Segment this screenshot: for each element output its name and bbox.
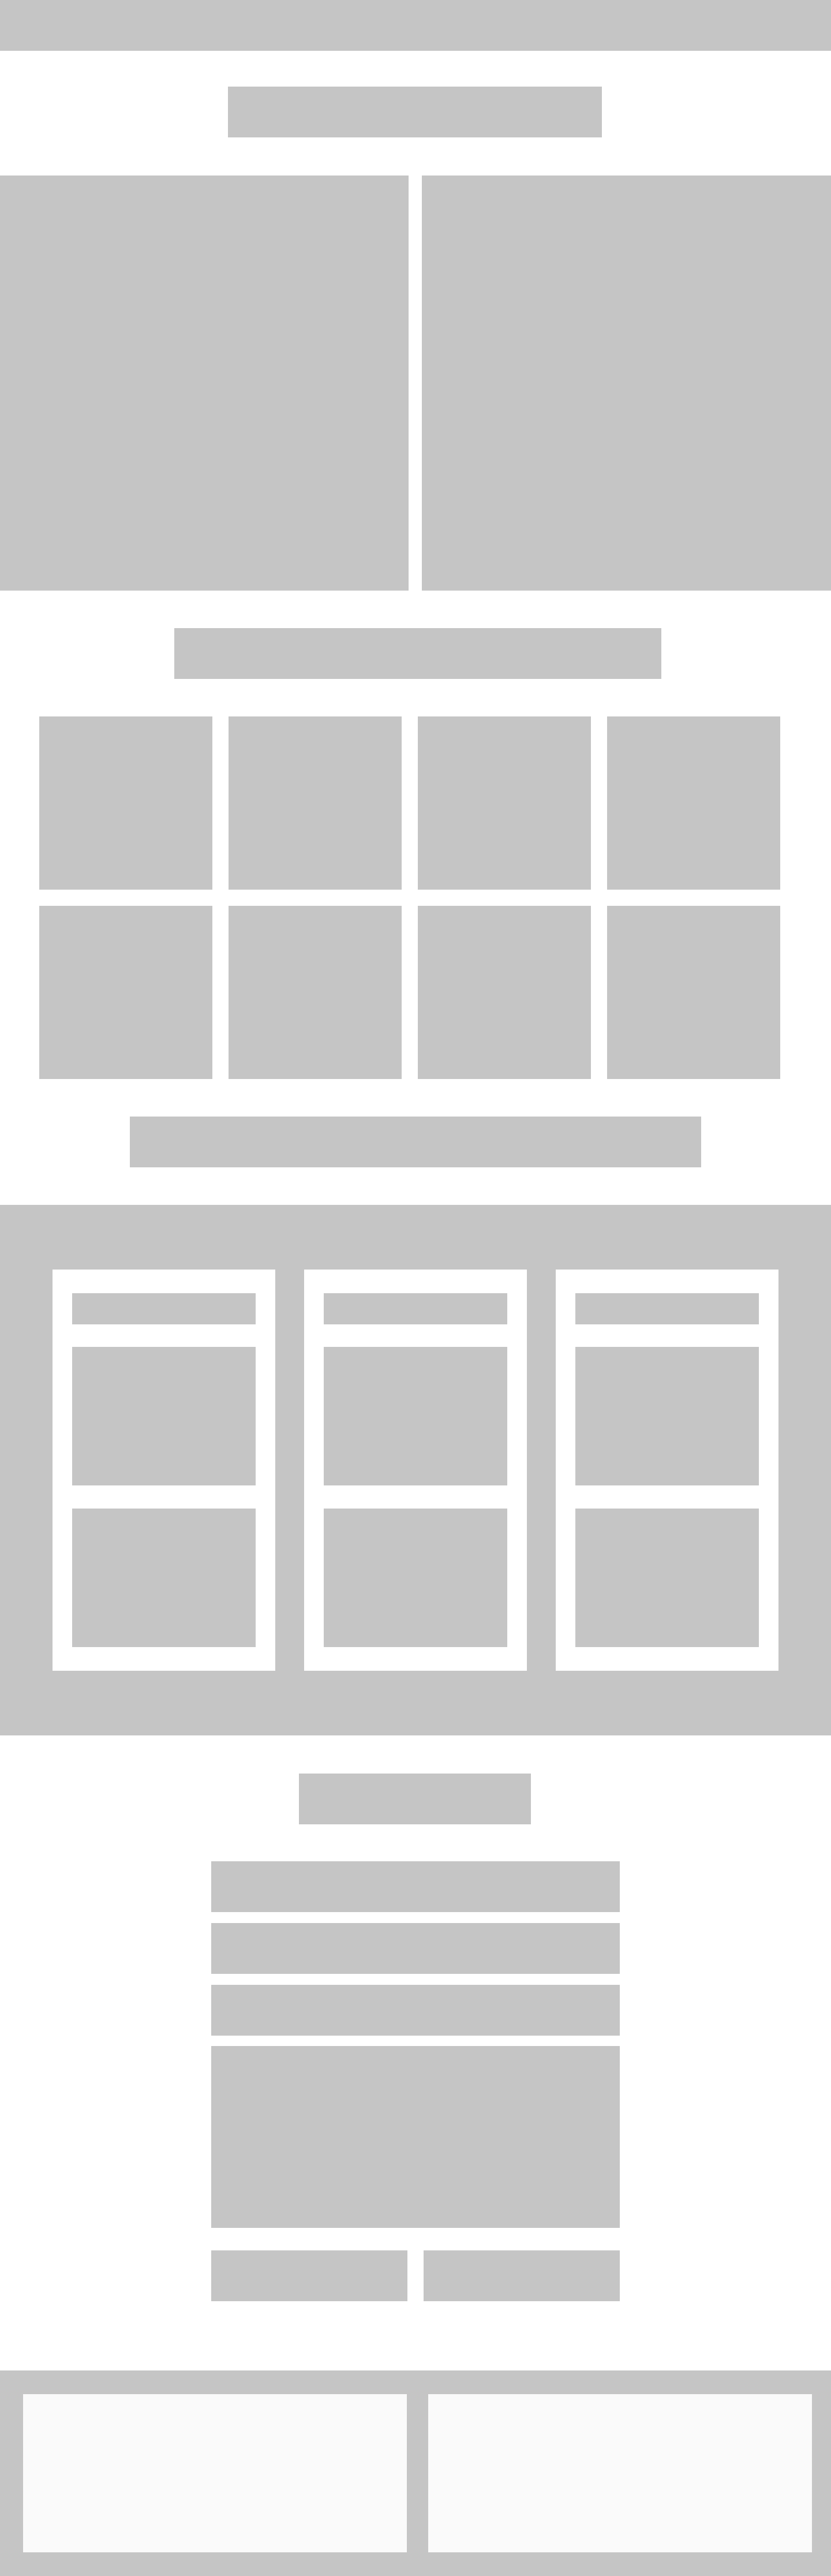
email-input[interactable] xyxy=(211,1923,620,1974)
grid-tile-4[interactable] xyxy=(607,716,780,890)
feature-card-3-image-1 xyxy=(575,1347,759,1485)
grid-tile-1[interactable] xyxy=(39,716,212,890)
message-textarea[interactable] xyxy=(211,2046,620,2228)
subject-input[interactable] xyxy=(211,1985,620,2036)
grid-tile-7[interactable] xyxy=(418,906,591,1079)
feature-card-2-title xyxy=(324,1293,507,1324)
hero-left-image xyxy=(0,176,409,591)
page-title-placeholder xyxy=(228,87,602,137)
form-heading-placeholder xyxy=(299,1774,531,1824)
grid-tile-2[interactable] xyxy=(229,716,402,890)
submit-button[interactable] xyxy=(424,2250,620,2301)
name-input[interactable] xyxy=(211,1861,620,1912)
feature-card-2-image-2 xyxy=(324,1509,507,1647)
feature-card-1-title xyxy=(72,1293,256,1324)
footer-right-panel xyxy=(428,2394,812,2552)
top-bar xyxy=(0,0,831,51)
feature-card-3-title xyxy=(575,1293,759,1324)
footer-left-panel xyxy=(23,2394,407,2552)
feature-card-1-image-1 xyxy=(72,1347,256,1485)
feature-card-2-image-1 xyxy=(324,1347,507,1485)
grid-tile-3[interactable] xyxy=(418,716,591,890)
section-heading-placeholder xyxy=(174,628,661,679)
grid-tile-5[interactable] xyxy=(39,906,212,1079)
hero-right-image xyxy=(422,176,831,591)
grid-tile-6[interactable] xyxy=(229,906,402,1079)
feature-card-1-image-2 xyxy=(72,1509,256,1647)
grid-tile-8[interactable] xyxy=(607,906,780,1079)
feature-heading-placeholder xyxy=(130,1117,701,1167)
feature-card-3-image-2 xyxy=(575,1509,759,1647)
secondary-button[interactable] xyxy=(211,2250,407,2301)
